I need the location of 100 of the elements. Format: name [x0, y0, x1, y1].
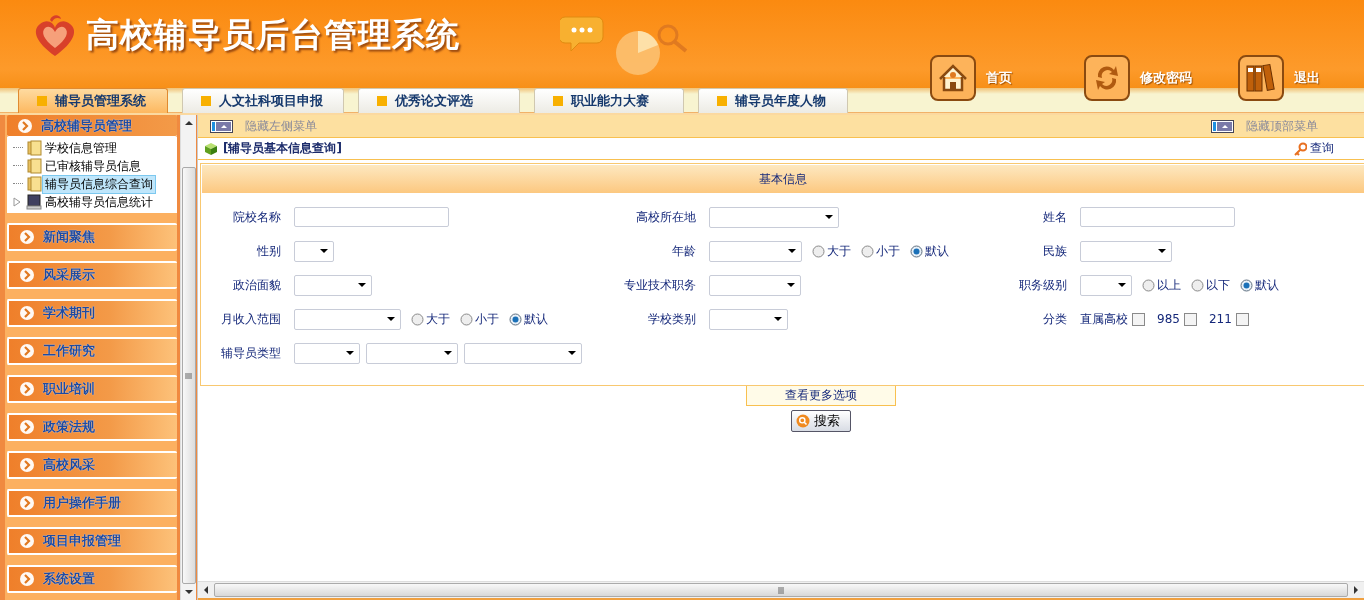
dropdown-arrow-icon: [1118, 283, 1126, 287]
checkbox[interactable]: [1132, 312, 1145, 326]
tab[interactable]: 人文社科项目申报: [182, 88, 344, 113]
hide-left-menu-link[interactable]: 隐藏左侧菜单: [210, 117, 317, 135]
dropdown-arrow-icon: [787, 283, 795, 287]
section-heading: 基本信息: [759, 170, 807, 188]
menu-section-header[interactable]: 项目申报管理: [7, 527, 177, 555]
folder-icon: [26, 158, 42, 174]
dropdown-arrow-icon: [444, 351, 452, 355]
chevron-right-icon: [19, 267, 35, 283]
radio-label: 以下: [1206, 276, 1230, 294]
dropdown-field[interactable]: [709, 206, 839, 228]
dropdown-arrow-icon: [825, 215, 833, 219]
dropdown-field[interactable]: [294, 274, 372, 296]
dropdown-field[interactable]: [294, 240, 334, 262]
folder-icon: [26, 176, 42, 192]
menu-section-header[interactable]: 风采展示: [7, 261, 177, 289]
chevron-right-icon: [19, 343, 35, 359]
chevron-right-icon: [19, 571, 35, 587]
field-label: 学校类别: [648, 310, 696, 328]
dropdown-field[interactable]: [294, 342, 360, 364]
tree-item[interactable]: 学校信息管理: [42, 138, 120, 158]
menu-section-header[interactable]: 职业培训: [7, 375, 177, 403]
radio-label: 默认: [925, 242, 949, 260]
radio-button[interactable]: [861, 244, 874, 258]
radio-button[interactable]: [460, 312, 473, 326]
tab[interactable]: 辅导员管理系统: [18, 88, 168, 113]
dropdown-field[interactable]: [709, 308, 788, 330]
dropdown-field[interactable]: [1080, 240, 1172, 262]
menu-section-header[interactable]: 用户操作手册: [7, 489, 177, 517]
tree-item[interactable]: 高校辅导员信息统计: [42, 192, 156, 212]
tab[interactable]: 辅导员年度人物: [698, 88, 848, 113]
field-label: 姓名: [1043, 208, 1067, 226]
dropdown-field[interactable]: [464, 342, 582, 364]
dropdown-field[interactable]: [294, 308, 401, 330]
dropdown-arrow-icon: [320, 249, 328, 253]
radio-label: 以上: [1157, 276, 1181, 294]
field-label: 年龄: [672, 242, 696, 260]
dropdown-arrow-icon: [1158, 249, 1166, 253]
menu-section-header[interactable]: 高校辅导员管理: [7, 115, 177, 137]
field-label: 月收入范围: [221, 310, 281, 328]
checkbox[interactable]: [1235, 312, 1249, 326]
key-icon: [1293, 141, 1307, 156]
tree-expander-icon: [13, 196, 21, 208]
text-input-field[interactable]: [1080, 207, 1235, 227]
hard-drive-icon: [26, 194, 42, 210]
menu-section-header[interactable]: 学术期刊: [7, 299, 177, 327]
radio-button[interactable]: [1142, 278, 1155, 292]
dropdown-field[interactable]: [366, 342, 458, 364]
radio-label: 小于: [876, 242, 900, 260]
field-label: 高校所在地: [636, 208, 696, 226]
menu-section-header[interactable]: 新闻聚焦: [7, 223, 177, 251]
radio-button[interactable]: [812, 244, 825, 258]
radio-button[interactable]: [1191, 278, 1204, 292]
dropdown-field[interactable]: [709, 274, 801, 296]
nav-link[interactable]: 首页: [930, 55, 1084, 101]
horizontal-scrollbar[interactable]: [198, 581, 1364, 600]
radio-button[interactable]: [411, 312, 424, 326]
binders-icon: [1238, 55, 1284, 101]
field-label: 院校名称: [233, 208, 281, 226]
checkbox-label: 985: [1157, 312, 1180, 326]
dropdown-arrow-icon: [387, 317, 395, 321]
dropdown-field[interactable]: [1080, 274, 1132, 296]
text-input-field[interactable]: [294, 207, 449, 227]
query-link[interactable]: 查询: [1293, 140, 1334, 157]
hide-top-menu-link[interactable]: 隐藏顶部菜单: [1211, 117, 1318, 135]
radio-button[interactable]: [910, 244, 923, 258]
menu-section-header[interactable]: 工作研究: [7, 337, 177, 365]
home-icon: [930, 55, 976, 101]
cube-icon: [204, 141, 218, 156]
window-icon: [1211, 119, 1234, 133]
folder-icon: [26, 140, 42, 156]
field-label: 民族: [1043, 242, 1067, 260]
dropdown-field[interactable]: [709, 240, 802, 262]
menu-section-header[interactable]: 政策法规: [7, 413, 177, 441]
vertical-scrollbar[interactable]: [180, 115, 196, 600]
nav-link[interactable]: 退出: [1238, 55, 1320, 101]
radio-label: 小于: [475, 310, 499, 328]
menu-section-header[interactable]: 高校风采: [7, 451, 177, 479]
tree-item[interactable]: 已审核辅导员信息: [42, 156, 144, 176]
tree-item[interactable]: 辅导员信息综合查询: [42, 174, 156, 194]
radio-label: 大于: [827, 242, 851, 260]
radio-button[interactable]: [509, 312, 522, 326]
dropdown-arrow-icon: [568, 351, 576, 355]
more-options-tab[interactable]: 查看更多选项: [746, 386, 896, 406]
radio-button[interactable]: [1240, 278, 1253, 292]
scroll-left-arrow-icon: [202, 585, 210, 595]
tab[interactable]: 优秀论文评选: [358, 88, 520, 113]
square-icon: [717, 96, 727, 106]
square-icon: [553, 96, 563, 106]
app-title: 高校辅导员后台管理系统: [86, 13, 460, 56]
chevron-right-icon: [17, 117, 33, 134]
menu-section-header[interactable]: 系统设置: [7, 565, 177, 593]
checkbox-label: 211: [1208, 312, 1232, 326]
field-label: 分类: [1043, 310, 1067, 328]
nav-link[interactable]: 修改密码: [1084, 55, 1238, 101]
refresh-arrows-icon: [1084, 55, 1130, 101]
tab[interactable]: 职业能力大赛: [534, 88, 684, 113]
checkbox[interactable]: [1183, 312, 1197, 326]
search-button[interactable]: 搜索: [791, 410, 851, 432]
